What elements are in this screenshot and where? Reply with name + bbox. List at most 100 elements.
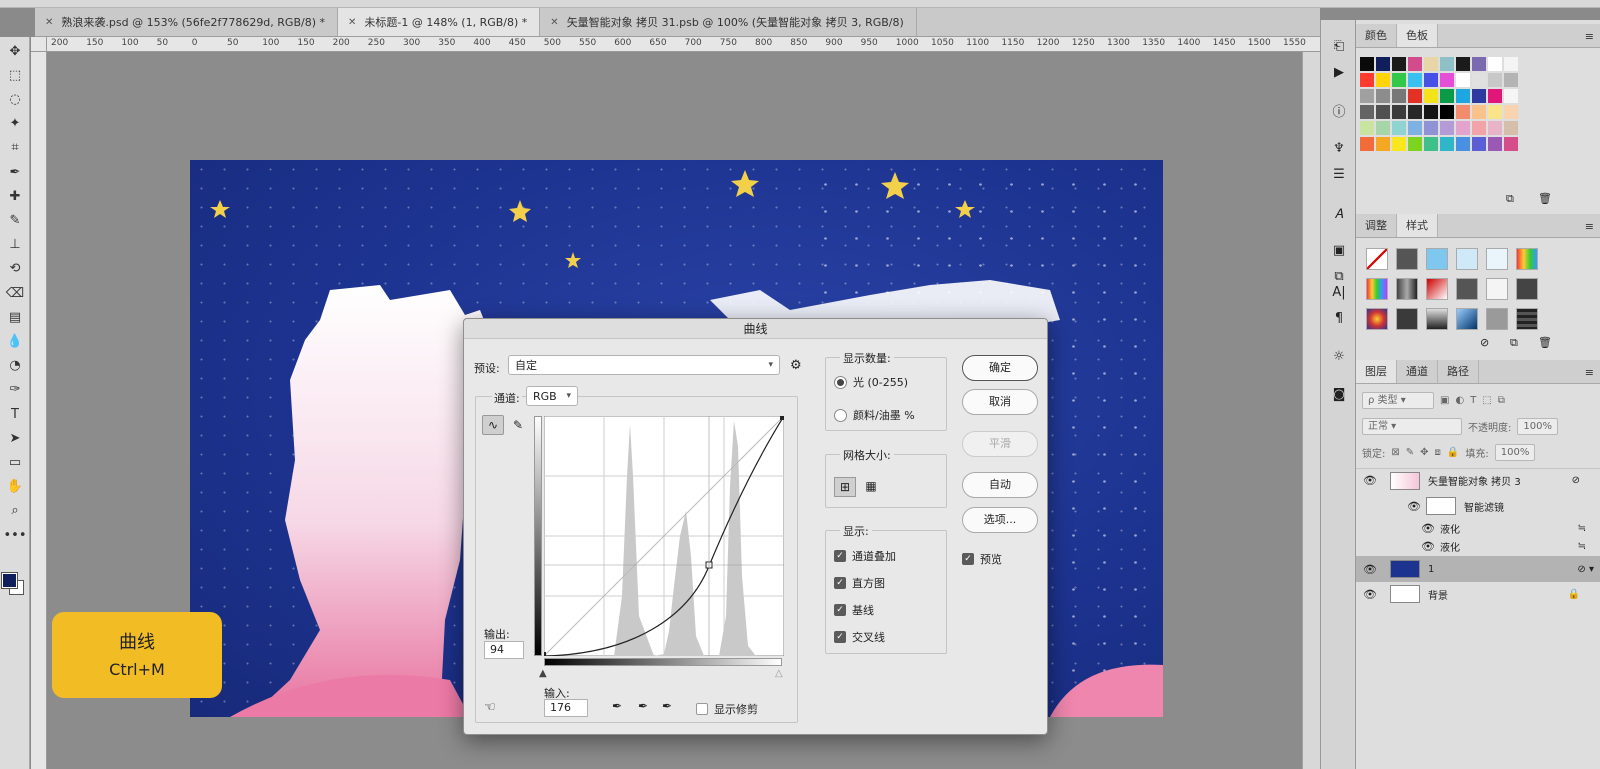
color-swatch[interactable]: [1392, 73, 1406, 87]
panel-menu-icon[interactable]: ≡: [1585, 220, 1594, 233]
horizontal-ruler[interactable]: 200 150 100 50 0 50 100 150 200 250 300 350 400 450 50…: [47, 37, 1320, 52]
layer-filter-select[interactable]: ρ 类型 ▾: [1362, 392, 1434, 409]
color-swatch[interactable]: [1456, 137, 1470, 151]
gradient-icon[interactable]: ▤: [4, 307, 26, 327]
color-swatch[interactable]: [1472, 137, 1486, 151]
color-swatch[interactable]: [1392, 137, 1406, 151]
layer-row[interactable]: 👁 背景 🔒: [1356, 582, 1600, 606]
color-swatch[interactable]: [1440, 137, 1454, 151]
light-radio[interactable]: 光 (0-255): [834, 374, 908, 390]
style-swatch[interactable]: [1396, 248, 1418, 270]
style-swatch[interactable]: [1366, 248, 1388, 270]
lock-transparent-icon[interactable]: ⊠: [1391, 447, 1399, 458]
more-icon[interactable]: •••: [4, 525, 27, 545]
trash-icon[interactable]: 🗑: [1538, 336, 1552, 349]
lock-position-icon[interactable]: ✥: [1420, 447, 1428, 458]
gear-icon[interactable]: ⚙: [790, 358, 802, 373]
color-swatch[interactable]: [1472, 121, 1486, 135]
color-swatch[interactable]: [1488, 121, 1502, 135]
curve-endpoint[interactable]: [780, 416, 784, 420]
style-swatch[interactable]: [1486, 248, 1508, 270]
baseline-checkbox[interactable]: ✓ 基线: [834, 602, 874, 618]
eye-icon[interactable]: 👁: [1420, 540, 1436, 553]
color-swatch[interactable]: [1408, 57, 1422, 71]
color-swatch[interactable]: [1392, 89, 1406, 103]
style-swatch[interactable]: [1396, 278, 1418, 300]
color-swatch[interactable]: [1504, 89, 1518, 103]
color-swatch[interactable]: [1456, 89, 1470, 103]
style-swatch[interactable]: [1456, 278, 1478, 300]
pigment-radio[interactable]: 颜料/油墨 %: [834, 407, 915, 423]
auto-button[interactable]: 自动: [962, 472, 1038, 498]
color-swatch[interactable]: [1408, 89, 1422, 103]
detailed-grid-icon[interactable]: ▦: [860, 477, 882, 497]
color-swatch[interactable]: [1472, 73, 1486, 87]
color-swatch[interactable]: [1456, 121, 1470, 135]
document-tab[interactable]: ✕ 矢量智能对象 拷贝 31.psb @ 100% (矢量智能对象 拷贝 3, R…: [540, 8, 917, 36]
lock-artboard-icon[interactable]: ⧈: [1435, 447, 1441, 458]
document-tab[interactable]: ✕ 未标题-1 @ 148% (1, RGB/8) *: [338, 8, 541, 36]
simple-grid-icon[interactable]: ⊞: [834, 477, 856, 497]
cancel-button[interactable]: 取消: [962, 389, 1038, 415]
character-icon[interactable]: A|: [1328, 282, 1350, 302]
color-swatch[interactable]: [1424, 105, 1438, 119]
color-swatch[interactable]: [1376, 89, 1390, 103]
style-swatch[interactable]: [1426, 278, 1448, 300]
color-swatch[interactable]: [1472, 105, 1486, 119]
color-swatch[interactable]: [1456, 73, 1470, 87]
color-swatch[interactable]: [1440, 73, 1454, 87]
color-swatch[interactable]: [1504, 137, 1518, 151]
color-swatch[interactable]: [1456, 105, 1470, 119]
color-swatch[interactable]: [1488, 137, 1502, 151]
filter-shape-icon[interactable]: ⬚: [1482, 395, 1491, 406]
history-icon[interactable]: ⎗: [1328, 36, 1350, 56]
new-swatch-icon[interactable]: ⧉: [1506, 192, 1514, 206]
show-clipping-checkbox[interactable]: 显示修剪: [696, 701, 758, 717]
style-swatch[interactable]: [1486, 308, 1508, 330]
color-swatch[interactable]: [1472, 57, 1486, 71]
eye-icon[interactable]: 👁: [1406, 500, 1422, 513]
marquee-icon[interactable]: ⬚: [4, 65, 26, 85]
tab-adjustments[interactable]: 调整: [1356, 214, 1397, 237]
panel-menu-icon[interactable]: ≡: [1585, 30, 1594, 43]
style-swatch[interactable]: [1516, 248, 1538, 270]
color-swatch[interactable]: [1488, 57, 1502, 71]
eye-icon[interactable]: 👁: [1420, 522, 1436, 535]
color-swatch[interactable]: [1360, 121, 1374, 135]
path-select-icon[interactable]: ➤: [4, 428, 26, 448]
color-swatch[interactable]: [1488, 105, 1502, 119]
color-swatch[interactable]: [1408, 137, 1422, 151]
smooth-button[interactable]: 平滑: [962, 431, 1038, 457]
preset-select[interactable]: 自定 ▾: [508, 355, 780, 375]
ruler-corner[interactable]: [31, 37, 47, 52]
3d-icon[interactable]: ◙: [1328, 384, 1350, 404]
color-swatch[interactable]: [1504, 105, 1518, 119]
gray-eyedropper-icon[interactable]: ✒: [638, 699, 648, 713]
zoom-icon[interactable]: ⌕: [4, 501, 26, 521]
color-swatch[interactable]: [1360, 57, 1374, 71]
input-field[interactable]: 176: [544, 699, 588, 717]
color-swatch[interactable]: [1504, 57, 1518, 71]
options-button[interactable]: 选项...: [962, 507, 1038, 533]
pen-icon[interactable]: ✑: [4, 380, 26, 400]
curve-graph[interactable]: [544, 416, 784, 656]
tab-paths[interactable]: 路径: [1438, 360, 1479, 383]
color-swatch[interactable]: [1376, 105, 1390, 119]
color-swatch[interactable]: [1360, 137, 1374, 151]
tab-layers[interactable]: 图层: [1356, 360, 1397, 383]
style-swatch[interactable]: [1396, 308, 1418, 330]
crosshair-checkbox[interactable]: ✓ 交叉线: [834, 629, 885, 645]
color-swatch[interactable]: [1472, 89, 1486, 103]
brush-settings-icon[interactable]: ♆: [1328, 138, 1350, 158]
library-icon[interactable]: ▣: [1328, 240, 1350, 260]
trash-icon[interactable]: 🗑: [1538, 192, 1552, 205]
dodge-icon[interactable]: ◔: [4, 356, 26, 376]
adjust-sliders-icon[interactable]: ☰: [1328, 164, 1350, 184]
color-swatch[interactable]: [1424, 73, 1438, 87]
eye-icon[interactable]: 👁: [1362, 563, 1378, 576]
eye-icon[interactable]: 👁: [1362, 588, 1378, 601]
layer-row[interactable]: 👁 智能滤镜: [1356, 494, 1600, 518]
color-swatch[interactable]: [1360, 73, 1374, 87]
lock-pixels-icon[interactable]: ✎: [1406, 447, 1414, 458]
channel-select[interactable]: RGB ▾: [526, 386, 578, 406]
